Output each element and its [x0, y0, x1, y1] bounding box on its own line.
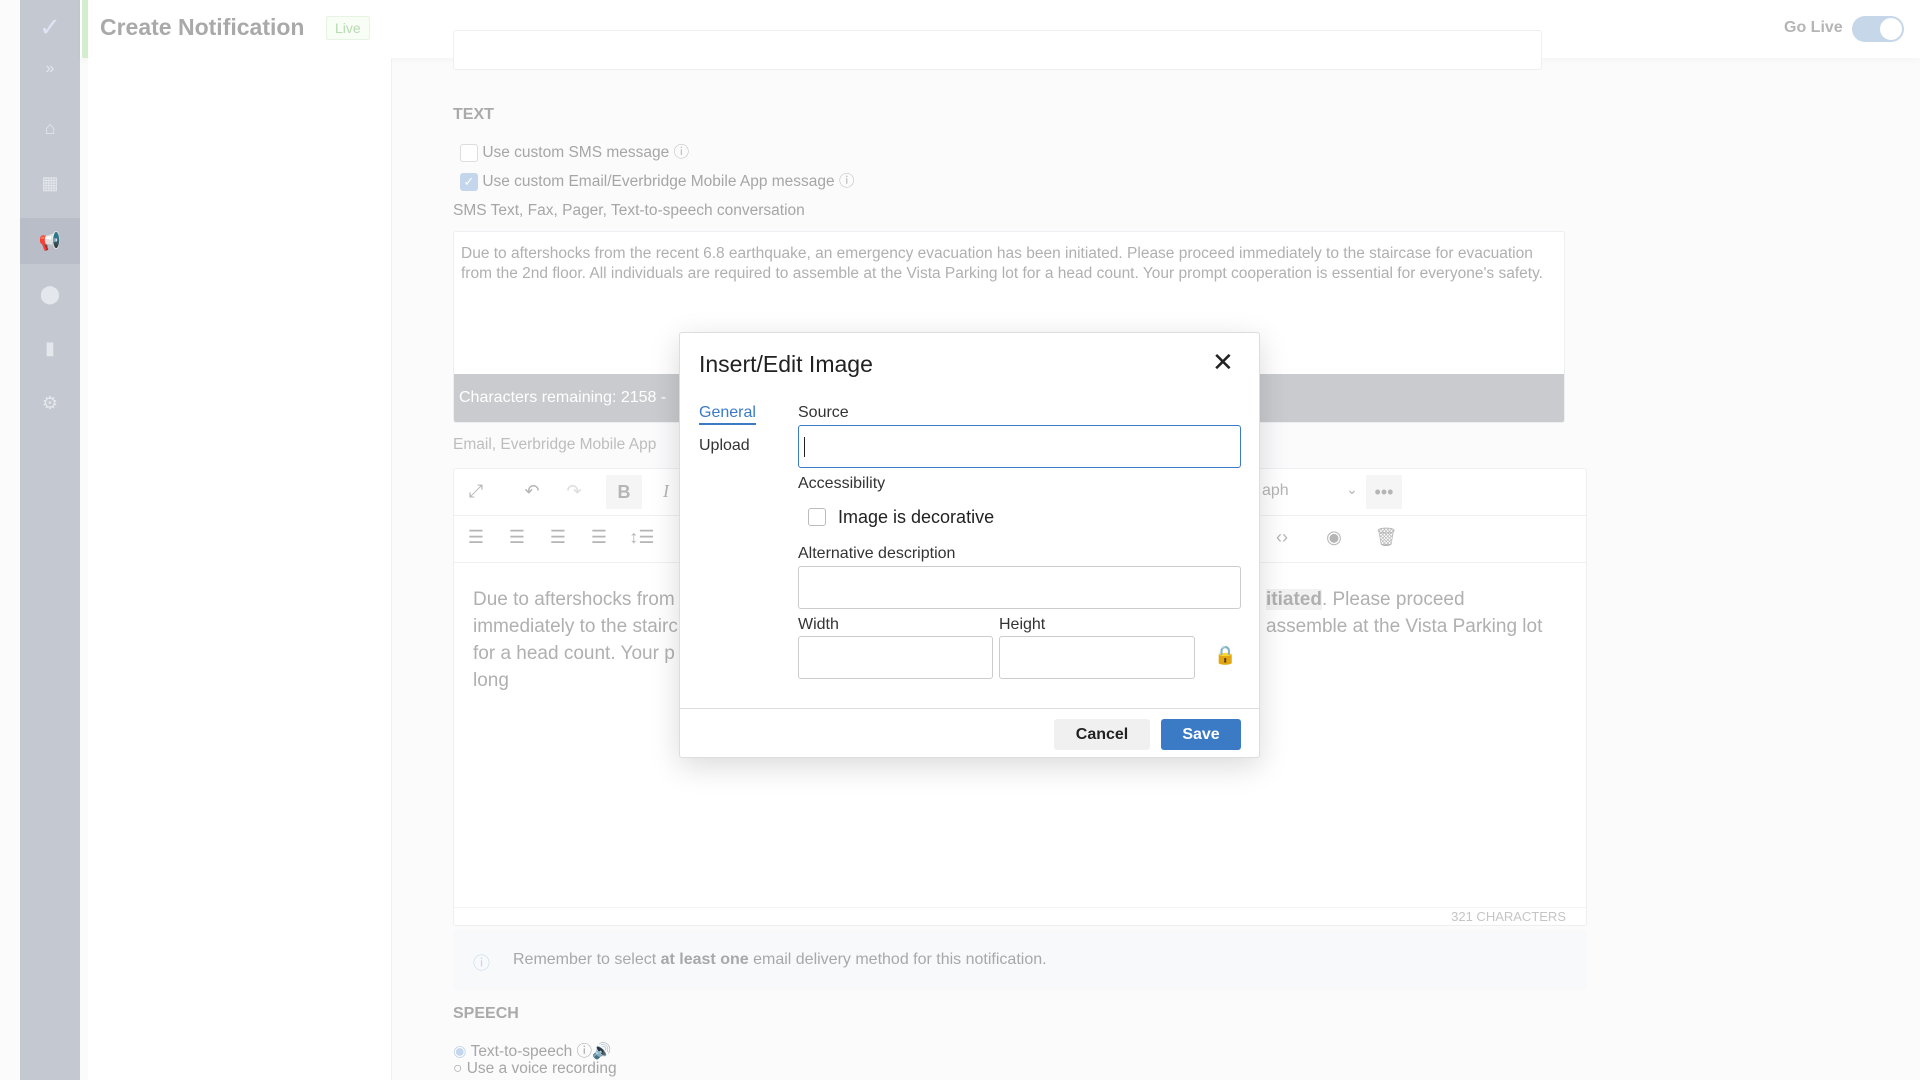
alt-label: Alternative description — [798, 545, 956, 562]
custom-sms-row: Use custom SMS message ⓘ — [460, 140, 689, 162]
location-pin-icon[interactable]: ⬤ — [20, 284, 80, 305]
editor-content-left[interactable]: Due to aftershocks from immediately to th… — [473, 586, 678, 694]
more-icon[interactable]: ••• — [1366, 475, 1402, 509]
tab-upload[interactable]: Upload — [699, 437, 750, 455]
char-count: 321 CHARACTERS — [1451, 909, 1566, 924]
text-cursor — [804, 437, 805, 457]
recording-label: Use a voice recording — [466, 1060, 617, 1077]
logo-icon: ✓ — [39, 12, 61, 42]
chevron-down-icon: ⌄ — [1346, 481, 1358, 497]
align-center-icon[interactable]: ☰ — [499, 527, 535, 548]
block-format-select[interactable]: aph — [1262, 482, 1289, 500]
speech-heading: SPEECH — [453, 1005, 519, 1022]
fullscreen-icon[interactable]: ⤢ — [458, 481, 494, 502]
info-icon[interactable]: ⓘ — [839, 173, 855, 190]
width-input[interactable] — [798, 636, 993, 679]
info-icon[interactable]: ⓘ — [577, 1043, 593, 1060]
bold-button[interactable]: B — [606, 475, 642, 509]
tab-general[interactable]: General — [699, 404, 756, 425]
expand-icon[interactable]: » — [20, 60, 80, 78]
align-right-icon[interactable]: ☰ — [540, 527, 576, 548]
justify-icon[interactable]: ☰ — [581, 527, 617, 548]
custom-sms-checkbox[interactable] — [460, 143, 478, 162]
height-input[interactable] — [999, 636, 1195, 679]
map-icon[interactable]: ▦ — [20, 173, 80, 194]
custom-sms-label: Use custom SMS message — [482, 144, 670, 161]
recording-radio[interactable]: ○ — [453, 1060, 462, 1077]
tts-radio[interactable]: ◉ — [453, 1043, 467, 1060]
sms-label: SMS Text, Fax, Pager, Text-to-speech con… — [453, 202, 805, 219]
decorative-label: Image is decorative — [838, 507, 995, 527]
info-text: Remember to select at least one email de… — [513, 951, 1047, 968]
redo-icon[interactable]: ↷ — [556, 481, 592, 502]
go-live-label: Go Live — [1784, 19, 1843, 36]
text-heading: TEXT — [453, 106, 494, 123]
close-icon[interactable]: ✕ — [1212, 347, 1234, 378]
preview-eye-icon[interactable]: ◉ — [1316, 527, 1352, 548]
gear-icon[interactable]: ⚙ — [20, 393, 80, 414]
go-live-toggle[interactable] — [1852, 16, 1904, 42]
height-label: Height — [999, 616, 1046, 633]
custom-email-label: Use custom Email/Everbridge Mobile App m… — [482, 173, 835, 190]
status-badge: Live — [326, 16, 370, 40]
source-label: Source — [798, 404, 849, 421]
insert-edit-image-dialog: Insert/Edit Image ✕ General Upload Sourc… — [679, 332, 1260, 758]
email-label: Email, Everbridge Mobile App — [453, 436, 657, 453]
accessibility-label: Accessibility — [798, 475, 886, 492]
chart-icon[interactable]: ▮ — [20, 338, 80, 359]
editor-content-right[interactable]: itiated. Please proceed assemble at the … — [1266, 586, 1542, 640]
cancel-button[interactable]: Cancel — [1054, 719, 1150, 750]
recording-row: ○ Use a voice recording — [453, 1060, 617, 1078]
custom-email-checkbox[interactable]: ✓ — [460, 172, 478, 191]
megaphone-icon[interactable]: 📢 — [20, 218, 80, 264]
alt-input[interactable] — [798, 566, 1241, 609]
align-left-icon[interactable]: ☰ — [458, 527, 494, 548]
tts-row: ◉ Text-to-speech ⓘ🔊 — [453, 1039, 611, 1061]
custom-email-row: ✓ Use custom Email/Everbridge Mobile App… — [460, 169, 855, 191]
previous-field[interactable] — [453, 30, 1542, 70]
tts-label: Text-to-speech — [470, 1043, 573, 1060]
info-box: ⓘ Remember to select at least one email … — [453, 930, 1587, 990]
speaker-icon[interactable]: 🔊 — [592, 1043, 611, 1060]
sms-text: Due to aftershocks from the recent 6.8 e… — [461, 245, 1543, 282]
info-icon[interactable]: ⓘ — [674, 144, 690, 161]
left-panel — [88, 58, 392, 1080]
undo-icon[interactable]: ↶ — [514, 481, 550, 502]
home-icon[interactable]: ⌂ — [20, 118, 80, 139]
decorative-checkbox[interactable] — [808, 508, 826, 526]
save-button[interactable]: Save — [1161, 719, 1241, 750]
lock-icon[interactable]: 🔒 — [1214, 645, 1236, 666]
info-icon: ⓘ — [473, 954, 490, 973]
page-title: Create Notification — [100, 14, 305, 40]
sidebar: ✓ » ⌂ ▦ 📢 ⬤ ▮ ⚙ — [20, 0, 80, 1080]
code-icon[interactable]: ‹› — [1264, 527, 1300, 548]
trash-icon[interactable]: 🗑 — [1368, 527, 1404, 548]
width-label: Width — [798, 616, 839, 633]
line-height-icon[interactable]: ↕☰ — [624, 527, 660, 548]
source-input[interactable] — [798, 425, 1241, 468]
dialog-title: Insert/Edit Image — [699, 351, 873, 377]
status-bar — [82, 0, 88, 58]
